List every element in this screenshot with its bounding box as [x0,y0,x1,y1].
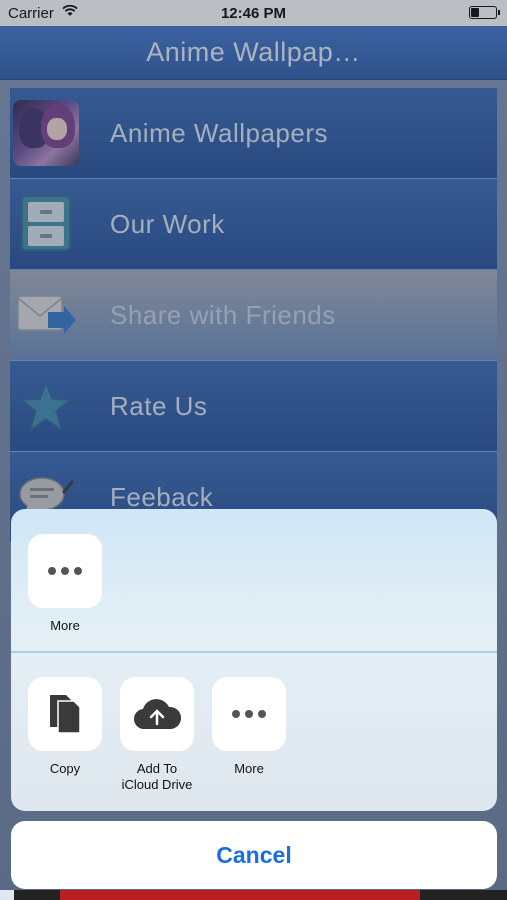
ad-banner[interactable] [0,890,507,900]
share-action-more-bottom[interactable]: More [204,677,294,777]
cloud-upload-icon [120,677,194,751]
cancel-button[interactable]: Cancel [11,821,497,889]
more-dots-icon [28,534,102,608]
share-action-add-to-icloud-drive[interactable]: Add To iCloud Drive [112,677,202,793]
share-action-label: More [234,761,264,776]
share-action-copy[interactable]: Copy [20,677,110,777]
share-action-more-top[interactable]: More [20,534,110,634]
sheet-divider [11,651,497,653]
ad-creative [60,890,420,900]
share-sheet: More Copy Add To iCloud Drive More [11,509,497,811]
share-action-label: More [50,618,80,633]
share-action-label: Copy [49,761,81,776]
ad-close-icon[interactable] [0,890,14,900]
share-action-label: Add To iCloud Drive [121,761,193,792]
more-dots-icon [212,677,286,751]
copy-icon [28,677,102,751]
